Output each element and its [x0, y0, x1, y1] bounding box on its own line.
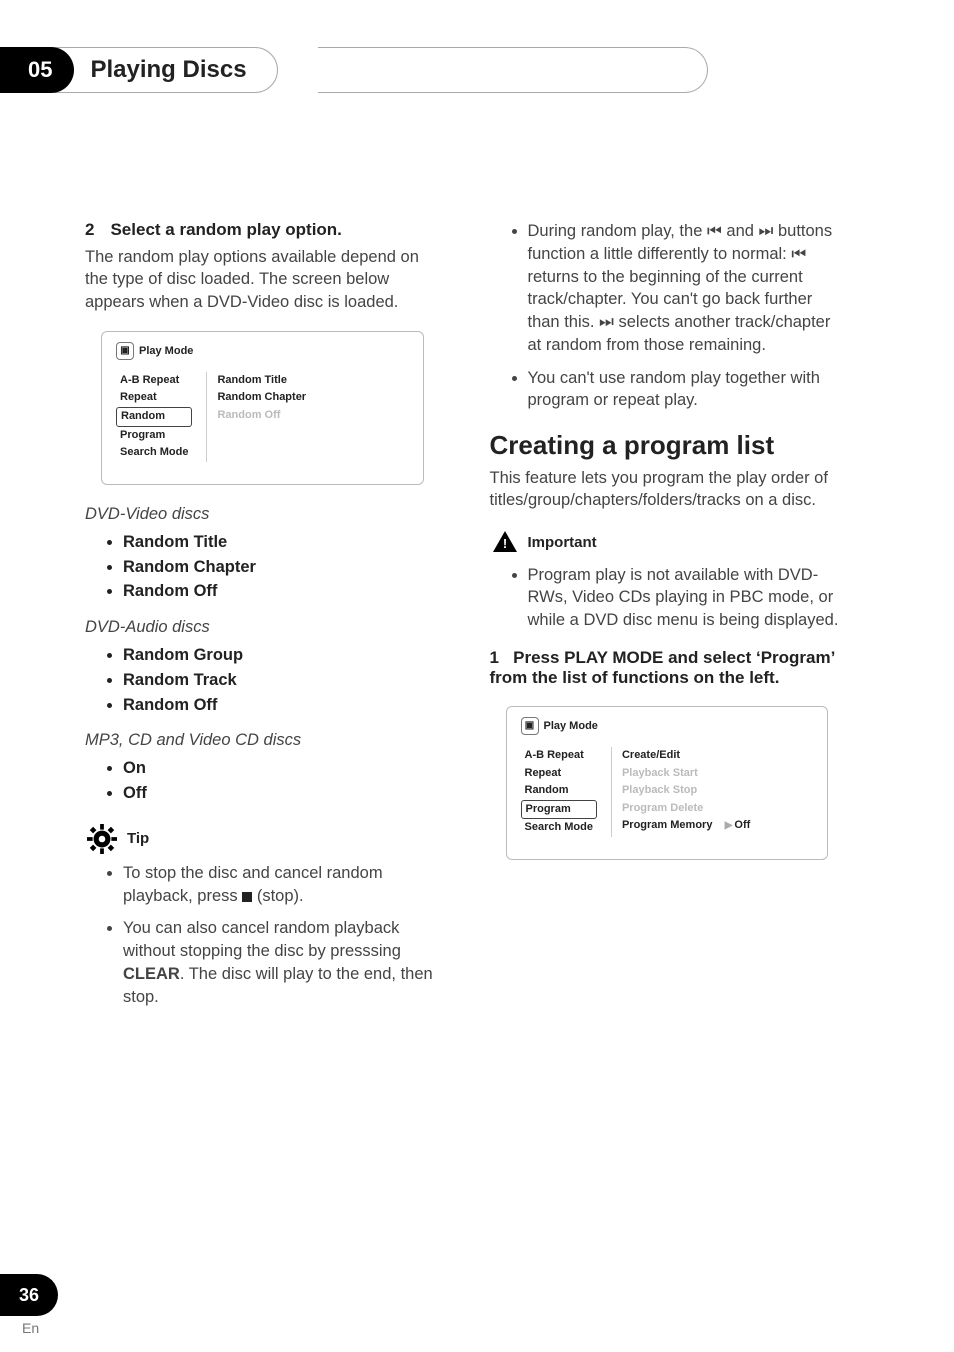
menu-item: Repeat	[521, 765, 597, 783]
list-item: During random play, the ⏮ and ⏭ buttons …	[528, 220, 845, 357]
option-item-dim: Playback Stop	[622, 782, 813, 800]
list-item: Random Chapter	[123, 555, 440, 580]
gear-icon	[87, 824, 117, 854]
important-item: Program play is not available with DVD-R…	[528, 564, 845, 632]
right-column: During random play, the ⏮ and ⏭ buttons …	[490, 220, 845, 1018]
list-item: On	[123, 756, 440, 781]
menu-item-selected: Program	[521, 800, 597, 820]
menu-item: Random	[521, 782, 597, 800]
play-mode-icon: ▣	[116, 342, 134, 360]
play-mode-gui: ▣ Play Mode A-B Repeat Repeat Random Pro…	[101, 331, 424, 485]
option-item: Random Chapter	[217, 389, 408, 407]
gui-options-list: Random Title Random Chapter Random Off	[206, 372, 408, 462]
text-fragment: During random play, the	[528, 222, 707, 240]
option-item-dim: Random Off	[217, 407, 408, 425]
next-track-icon: ⏭	[759, 220, 774, 243]
tip-text: You can also cancel random playback with…	[123, 919, 401, 960]
list-item: Random Title	[123, 530, 440, 555]
menu-item: Search Mode	[521, 819, 597, 837]
option-list: Random Title Random Chapter Random Off	[85, 530, 440, 604]
tip-item: To stop the disc and cancel random playb…	[123, 862, 440, 908]
triangle-right-icon: ▶	[725, 818, 733, 834]
list-item: Random Group	[123, 643, 440, 668]
important-icon: !	[492, 530, 518, 556]
continuation-list: During random play, the ⏮ and ⏭ buttons …	[490, 220, 845, 412]
intro-text: The random play options available depend…	[85, 246, 440, 313]
disc-type-caption: DVD-Video discs	[85, 505, 440, 524]
menu-item-selected: Random	[116, 407, 192, 427]
gui-menu-list: A-B Repeat Repeat Random Program Search …	[116, 372, 192, 462]
option-label: Program Memory	[622, 819, 712, 831]
step-text: Select a random play option.	[110, 220, 341, 240]
text-fragment: and	[722, 222, 759, 240]
tip-label: Tip	[127, 830, 149, 847]
menu-item: A-B Repeat	[521, 747, 597, 765]
list-item: Random Off	[123, 693, 440, 718]
play-mode-icon: ▣	[521, 717, 539, 735]
menu-item: Repeat	[116, 389, 192, 407]
tip-item: You can also cancel random playback with…	[123, 917, 440, 1008]
step-text: Press PLAY MODE and select ‘Program’ fro…	[490, 648, 835, 687]
language-code: En	[22, 1320, 39, 1336]
play-mode-gui: ▣ Play Mode A-B Repeat Repeat Random Pro…	[506, 706, 829, 860]
page-number-badge: 36	[0, 1274, 58, 1316]
section-intro: This feature lets you program the play o…	[490, 467, 845, 512]
disc-type-caption: DVD-Audio discs	[85, 618, 440, 637]
option-item-dim: Program Delete	[622, 800, 813, 818]
svg-text:!: !	[502, 536, 506, 551]
prev-track-icon: ⏮	[707, 220, 722, 243]
list-item: Random Off	[123, 579, 440, 604]
gui-title: Play Mode	[544, 720, 598, 732]
option-item: Program Memory ▶Off	[622, 817, 813, 835]
menu-item: Search Mode	[116, 444, 192, 462]
gui-menu-list: A-B Repeat Repeat Random Program Search …	[521, 747, 597, 837]
tip-text: (stop).	[252, 887, 303, 905]
gui-title: Play Mode	[139, 345, 193, 357]
option-value: Off	[734, 819, 750, 831]
step-heading: 2 Select a random play option.	[85, 220, 440, 240]
option-item-dim: Playback Start	[622, 765, 813, 783]
list-item: Random Track	[123, 668, 440, 693]
stop-icon	[242, 892, 252, 902]
important-list: Program play is not available with DVD-R…	[490, 564, 845, 632]
list-item: Off	[123, 781, 440, 806]
prev-track-icon: ⏮	[791, 243, 806, 266]
step-heading: 1 Press PLAY MODE and select ‘Program’ f…	[490, 648, 845, 688]
header-bracket	[318, 47, 708, 93]
option-list: Random Group Random Track Random Off	[85, 643, 440, 717]
section-heading: Creating a program list	[490, 430, 845, 461]
left-column: 2 Select a random play option. The rando…	[85, 220, 440, 1018]
chapter-number-badge: 05	[0, 47, 74, 93]
option-item: Create/Edit	[622, 747, 813, 765]
list-item: You can't use random play together with …	[528, 367, 845, 413]
next-track-icon: ⏭	[599, 311, 614, 334]
important-label: Important	[528, 534, 597, 551]
step-number: 2	[85, 220, 94, 240]
tip-list: To stop the disc and cancel random playb…	[85, 862, 440, 1009]
option-list: On Off	[85, 756, 440, 806]
tip-bold: CLEAR	[123, 965, 180, 983]
menu-item: A-B Repeat	[116, 372, 192, 390]
step-number: 1	[490, 648, 499, 667]
option-item: Random Title	[217, 372, 408, 390]
menu-item: Program	[116, 427, 192, 445]
disc-type-caption: MP3, CD and Video CD discs	[85, 731, 440, 750]
gui-options-list: Create/Edit Playback Start Playback Stop…	[611, 747, 813, 837]
